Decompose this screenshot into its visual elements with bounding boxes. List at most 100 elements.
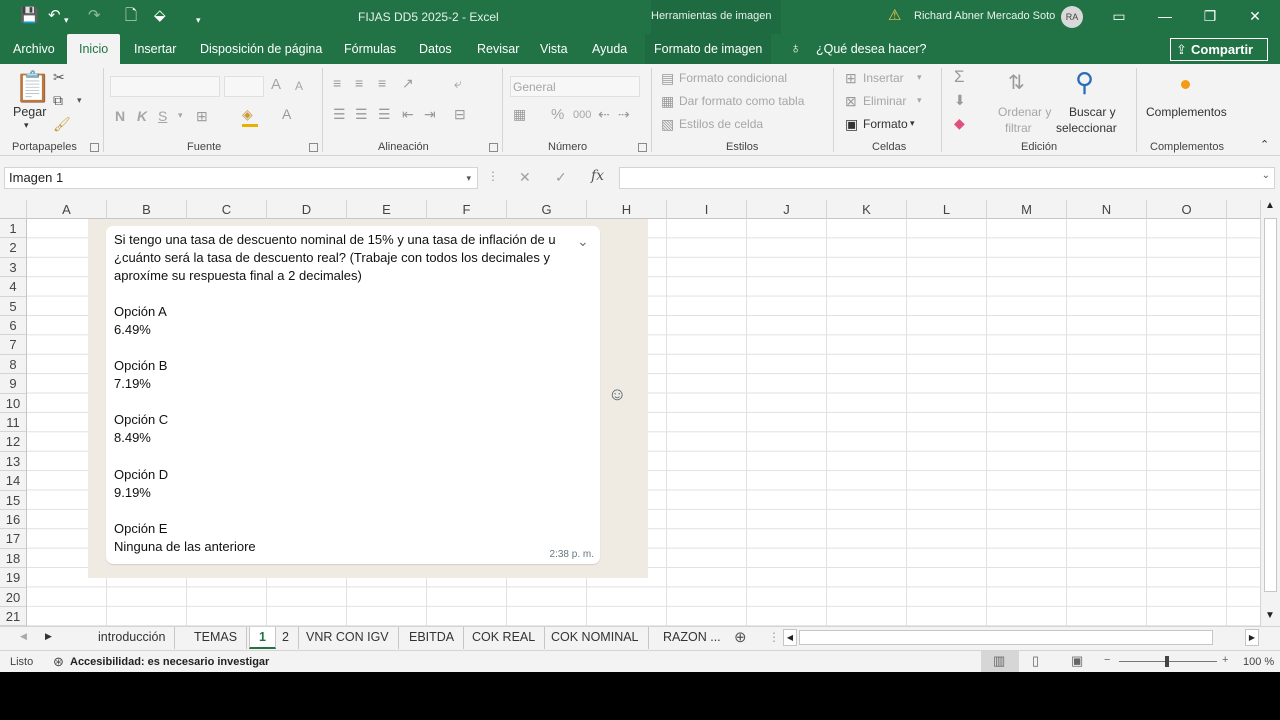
row-header-21[interactable]: 21 <box>0 607 26 627</box>
tab-formulas[interactable]: Fórmulas <box>342 34 398 64</box>
zoom-level[interactable]: 100 % <box>1243 656 1274 668</box>
conditional-format-button[interactable]: Formato condicional <box>679 71 787 85</box>
number-format-select[interactable]: General <box>510 76 640 97</box>
sheet-tab-ebitda[interactable]: EBITDA <box>400 627 465 649</box>
collapse-ribbon-icon[interactable]: ⌃ <box>1260 138 1269 151</box>
sort-filter-label-1[interactable]: Ordenar y <box>998 105 1051 119</box>
autosum-icon[interactable]: Σ <box>954 67 965 87</box>
formula-bar-grip-icon[interactable]: ⋮ <box>487 169 499 183</box>
ribbon-display-icon[interactable]: ▭ <box>1107 6 1131 26</box>
name-box[interactable]: Imagen 1 ▾ <box>4 167 478 189</box>
align-left-icon[interactable]: ☰ <box>333 106 346 123</box>
scroll-thumb[interactable] <box>1264 218 1277 592</box>
insert-dropdown-icon[interactable]: ▾ <box>917 72 922 83</box>
alignment-launcher-icon[interactable] <box>489 143 498 152</box>
sheet-tab-razon[interactable]: RAZON ... <box>654 627 730 649</box>
row-header-14[interactable]: 14 <box>0 471 26 491</box>
number-launcher-icon[interactable] <box>638 143 647 152</box>
column-header-o[interactable]: O <box>1147 200 1227 219</box>
orientation-icon[interactable]: ↗ <box>402 75 414 92</box>
format-painter-icon[interactable]: 🖌 <box>53 116 71 133</box>
row-header-12[interactable]: 12 <box>0 432 26 452</box>
scroll-up-icon[interactable]: ▲ <box>1265 200 1275 211</box>
increase-decimal-icon[interactable]: ⇠ <box>598 106 610 123</box>
column-header-e[interactable]: E <box>347 200 427 219</box>
fill-icon[interactable]: ⬇ <box>954 92 966 109</box>
column-header-k[interactable]: K <box>827 200 907 219</box>
font-color-icon[interactable]: A <box>282 106 291 122</box>
column-header-m[interactable]: M <box>987 200 1067 219</box>
row-header-9[interactable]: 9 <box>0 374 26 394</box>
delete-cells-button[interactable]: Eliminar <box>863 94 906 108</box>
fill-color-icon[interactable]: ◈ <box>242 106 253 123</box>
zoom-out-icon[interactable]: − <box>1104 654 1110 666</box>
row-header-20[interactable]: 20 <box>0 588 26 607</box>
row-header-6[interactable]: 6 <box>0 316 26 336</box>
paste-button[interactable]: Pegar <box>13 105 46 119</box>
column-header-h[interactable]: H <box>587 200 667 219</box>
row-header-11[interactable]: 11 <box>0 413 26 433</box>
column-header-l[interactable]: L <box>907 200 987 219</box>
tab-datos[interactable]: Datos <box>417 34 454 64</box>
copy-dropdown-icon[interactable]: ▾ <box>77 95 82 106</box>
cell-styles-button[interactable]: Estilos de celda <box>679 117 763 131</box>
row-header-15[interactable]: 15 <box>0 491 26 510</box>
sheet-tab-2[interactable]: 2 <box>273 627 299 649</box>
font-launcher-icon[interactable] <box>309 143 318 152</box>
tab-formato-imagen[interactable]: Formato de imagen <box>645 34 772 64</box>
align-top-icon[interactable]: ≡ <box>333 75 341 91</box>
underline-dropdown-icon[interactable]: ▾ <box>178 110 183 121</box>
normal-view-button[interactable]: ▥ <box>981 651 1019 672</box>
accessibility-status[interactable]: Accesibilidad: es necesario investigar <box>70 656 269 668</box>
tab-inicio[interactable]: Inicio <box>67 34 121 64</box>
row-header-5[interactable]: 5 <box>0 297 26 316</box>
cancel-entry-icon[interactable]: ✕ <box>519 169 531 186</box>
column-header-n[interactable]: N <box>1067 200 1147 219</box>
find-select-label-2[interactable]: seleccionar <box>1056 121 1117 135</box>
format-cells-button[interactable]: Formato <box>863 117 908 131</box>
copy-icon[interactable]: ⧉ <box>53 92 63 109</box>
add-sheet-icon[interactable]: ⊕ <box>734 628 747 646</box>
column-header-j[interactable]: J <box>747 200 827 219</box>
sheet-tab-cok-real[interactable]: COK REAL <box>463 627 546 649</box>
formula-input[interactable]: ⌄ <box>619 167 1275 189</box>
tell-me-search[interactable]: ¿Qué desea hacer? <box>814 34 929 64</box>
sheet-tab-temas[interactable]: TEMAS <box>185 627 248 649</box>
insert-cells-button[interactable]: Insertar <box>863 71 904 85</box>
row-header-4[interactable]: 4 <box>0 277 26 297</box>
decrease-indent-icon[interactable]: ⇤ <box>402 106 414 123</box>
column-header-i[interactable]: I <box>667 200 747 219</box>
confirm-entry-icon[interactable]: ✓ <box>555 169 567 186</box>
select-all-corner[interactable] <box>0 200 27 219</box>
chevron-down-icon[interactable]: ⌄ <box>577 233 589 250</box>
merge-cells-icon[interactable]: ⊟ <box>454 106 466 123</box>
find-select-label-1[interactable]: Buscar y <box>1069 105 1116 119</box>
shrink-font-button[interactable]: A <box>295 79 303 93</box>
row-header-18[interactable]: 18 <box>0 549 26 569</box>
format-as-table-button[interactable]: Dar formato como tabla <box>679 94 804 108</box>
paste-dropdown-icon[interactable]: ▾ <box>24 120 29 131</box>
expand-formula-icon[interactable]: ⌄ <box>1262 170 1270 181</box>
zoom-slider-handle[interactable] <box>1165 656 1169 667</box>
name-box-dropdown-icon[interactable]: ▾ <box>466 168 471 188</box>
row-header-2[interactable]: 2 <box>0 238 26 258</box>
accessibility-icon[interactable]: ⊛ <box>53 654 64 670</box>
delete-dropdown-icon[interactable]: ▾ <box>917 95 922 106</box>
undo-icon[interactable]: ↶ <box>48 8 61 24</box>
tab-disposicion[interactable]: Disposición de página <box>198 34 324 64</box>
bold-button[interactable]: N <box>115 108 125 124</box>
font-name-select[interactable] <box>110 76 220 97</box>
row-header-13[interactable]: 13 <box>0 452 26 472</box>
row-header-3[interactable]: 3 <box>0 258 26 278</box>
currency-icon[interactable]: ▦ <box>513 106 526 123</box>
tab-insertar[interactable]: Insertar <box>132 34 178 64</box>
percent-button[interactable]: % <box>551 106 564 123</box>
close-icon[interactable]: ✕ <box>1243 6 1267 26</box>
align-bottom-icon[interactable]: ≡ <box>378 75 386 91</box>
page-break-preview-icon[interactable]: ▣ <box>1071 653 1083 669</box>
hscroll-left-icon[interactable]: ◀ <box>783 629 797 646</box>
row-header-7[interactable]: 7 <box>0 335 26 355</box>
increase-indent-icon[interactable]: ⇥ <box>424 106 436 123</box>
cut-icon[interactable]: ✂ <box>53 69 65 86</box>
tab-split-grip-icon[interactable]: ⋮ <box>768 630 780 644</box>
